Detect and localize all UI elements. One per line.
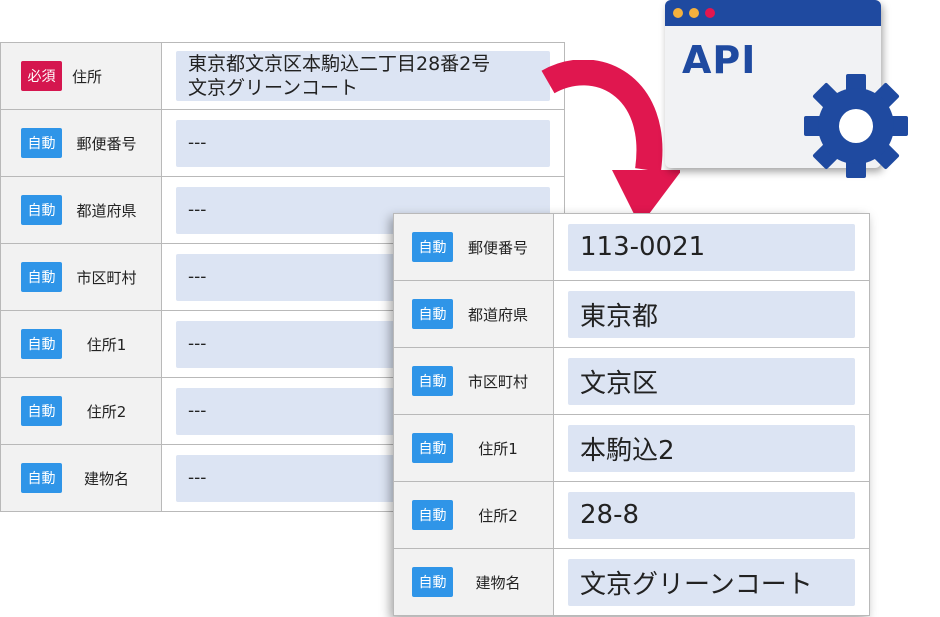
window-titlebar xyxy=(665,0,881,26)
auto-badge: 自動 xyxy=(21,195,62,225)
window-dot-icon xyxy=(673,8,683,18)
field-label: 建物名 xyxy=(475,573,521,592)
postal-code-field[interactable]: 113-0021 xyxy=(568,223,855,271)
form-row-postal-code: 自動 郵便番号 --- xyxy=(1,110,564,177)
address1-field[interactable]: 本駒込2 xyxy=(568,424,855,472)
api-label: API xyxy=(682,38,757,82)
window-dot-icon xyxy=(705,8,715,18)
form-row-postal-code: 自動 郵便番号 113-0021 xyxy=(394,214,869,281)
auto-badge: 自動 xyxy=(412,232,453,262)
field-label-address: 住所 xyxy=(72,67,103,86)
auto-badge: 自動 xyxy=(21,463,62,493)
auto-badge: 自動 xyxy=(21,262,62,292)
form-row-city: 自動 市区町村 文京区 xyxy=(394,348,869,415)
auto-badge: 自動 xyxy=(21,396,62,426)
form-row-address1: 自動 住所1 本駒込2 xyxy=(394,415,869,482)
field-label: 都道府県 xyxy=(467,305,528,324)
address-form-result: 自動 郵便番号 113-0021 自動 都道府県 東京都 自動 市区町村 文京区… xyxy=(393,213,870,616)
prefecture-field[interactable]: 東京都 xyxy=(568,290,855,338)
field-label: 住所1 xyxy=(86,335,127,354)
form-row-address2: 自動 住所2 28-8 xyxy=(394,482,869,549)
address-input[interactable]: 東京都文京区本駒込二丁目28番2号 文京グリーンコート xyxy=(176,51,550,101)
auto-badge: 自動 xyxy=(21,329,62,359)
form-row-building: 自動 建物名 文京グリーンコート xyxy=(394,549,869,615)
label-cell: 必須 住所 xyxy=(1,43,162,109)
required-badge: 必須 xyxy=(21,61,62,91)
gear-icon xyxy=(804,74,908,178)
field-label: 市区町村 xyxy=(467,372,528,391)
auto-badge: 自動 xyxy=(412,299,453,329)
field-label: 郵便番号 xyxy=(76,134,137,153)
auto-badge: 自動 xyxy=(412,433,453,463)
city-field[interactable]: 文京区 xyxy=(568,357,855,405)
field-label: 住所2 xyxy=(86,402,127,421)
address2-field[interactable]: 28-8 xyxy=(568,491,855,539)
field-label: 都道府県 xyxy=(76,201,137,220)
auto-badge: 自動 xyxy=(412,366,453,396)
field-label: 郵便番号 xyxy=(467,238,528,257)
auto-badge: 自動 xyxy=(412,500,453,530)
window-dot-icon xyxy=(689,8,699,18)
postal-code-field[interactable]: --- xyxy=(176,119,550,167)
curved-arrow-icon xyxy=(541,60,680,226)
form-row-address: 必須 住所 東京都文京区本駒込二丁目28番2号 文京グリーンコート xyxy=(1,43,564,110)
auto-badge: 自動 xyxy=(412,567,453,597)
auto-badge: 自動 xyxy=(21,128,62,158)
form-row-prefecture: 自動 都道府県 東京都 xyxy=(394,281,869,348)
field-label: 住所2 xyxy=(478,506,518,525)
field-label: 住所1 xyxy=(478,439,518,458)
field-label: 市区町村 xyxy=(76,268,137,287)
field-label: 建物名 xyxy=(83,469,129,488)
building-field[interactable]: 文京グリーンコート xyxy=(568,558,855,606)
